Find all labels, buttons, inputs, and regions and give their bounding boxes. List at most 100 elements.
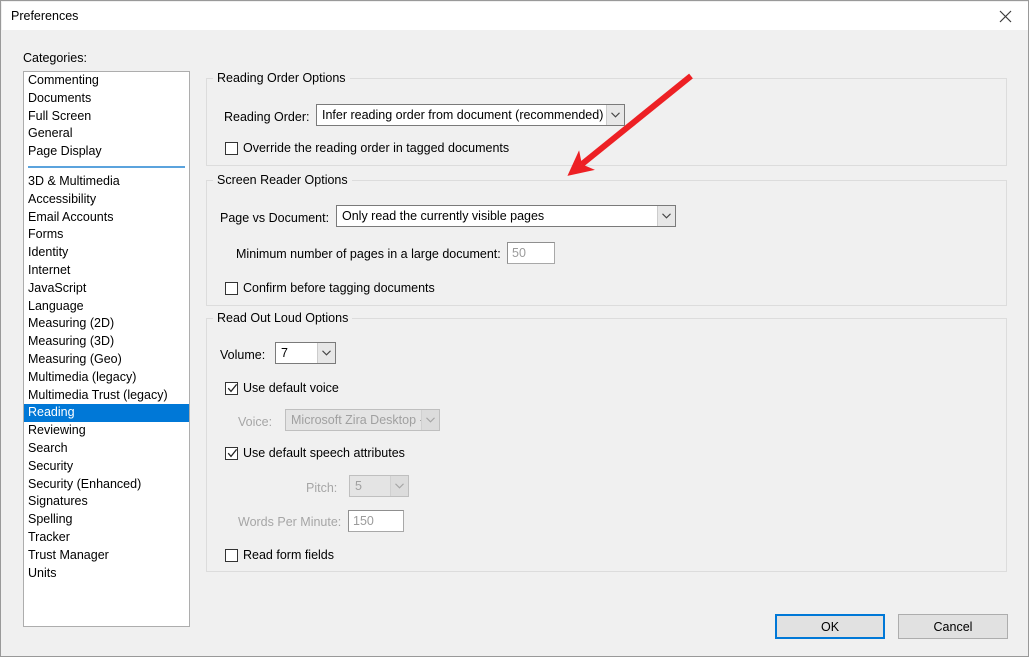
sidebar-item-page-display[interactable]: Page Display [24, 143, 189, 161]
sidebar-item-documents[interactable]: Documents [24, 90, 189, 108]
sidebar-item-commenting[interactable]: Commenting [24, 72, 189, 90]
read-out-loud-options-title: Read Out Loud Options [213, 311, 353, 325]
screen-reader-options-group: Screen Reader Options Page vs Document: … [206, 173, 1007, 306]
use-default-speech-attributes-label: Use default speech attributes [243, 446, 405, 460]
categories-listbox[interactable]: Commenting Documents Full Screen General Pag… [23, 71, 190, 627]
window-title: Preferences [11, 9, 79, 23]
voice-label: Voice: [238, 415, 273, 429]
volume-combobox[interactable]: 7 [275, 342, 336, 364]
sidebar-item-general[interactable]: General [24, 125, 189, 143]
sidebar-item-language[interactable]: Language [24, 298, 189, 316]
sidebar-item-label: Spelling [28, 512, 73, 527]
pitch-combobox[interactable]: 5 [349, 475, 409, 497]
chevron-down-icon [657, 206, 675, 226]
sidebar-item-search[interactable]: Search [24, 440, 189, 458]
sidebar-item-label: Identity [28, 245, 69, 260]
sidebar-item-measuring-geo[interactable]: Measuring (Geo) [24, 351, 189, 369]
close-button[interactable] [982, 2, 1028, 30]
sidebar-item-label: Security (Enhanced) [28, 476, 142, 491]
chevron-down-icon [317, 343, 335, 363]
override-reading-order-checkbox[interactable]: Override the reading order in tagged doc… [225, 141, 509, 155]
read-form-fields-label: Read form fields [243, 548, 335, 562]
sidebar-item-label: Measuring (3D) [28, 334, 115, 349]
checkbox-box [225, 381, 238, 395]
read-form-fields-checkbox[interactable]: Read form fields [225, 548, 334, 562]
volume-value: 7 [281, 346, 288, 360]
words-per-minute-input[interactable]: 150 [348, 510, 404, 532]
sidebar-item-label: Full Screen [28, 108, 92, 123]
voice-value: Microsoft Zira Desktop - [291, 413, 421, 427]
sidebar-item-3d-multimedia[interactable]: 3D & Multimedia [24, 173, 189, 191]
sidebar-item-measuring-2d[interactable]: Measuring (2D) [24, 315, 189, 333]
sidebar-item-label: Security [28, 458, 74, 473]
sidebar-item-label: Tracker [28, 529, 70, 544]
confirm-before-tagging-checkbox[interactable]: Confirm before tagging documents [225, 281, 435, 295]
chevron-down-icon [421, 410, 439, 430]
pitch-value: 5 [355, 479, 362, 493]
sidebar-item-full-screen[interactable]: Full Screen [24, 108, 189, 126]
use-default-voice-label: Use default voice [243, 381, 339, 395]
sidebar-item-security[interactable]: Security [24, 458, 189, 476]
screen-reader-options-title: Screen Reader Options [213, 173, 352, 187]
reading-order-combobox[interactable]: Infer reading order from document (recom… [316, 104, 625, 126]
categories-label: Categories: [23, 51, 87, 65]
sidebar-item-label: Signatures [28, 494, 88, 509]
reading-order-value: Infer reading order from document (recom… [322, 108, 604, 122]
ok-button[interactable]: OK [775, 614, 885, 639]
preferences-dialog: Preferences Categories: Commenting Docume… [0, 0, 1029, 657]
sidebar-item-reviewing[interactable]: Reviewing [24, 422, 189, 440]
page-vs-document-combobox[interactable]: Only read the currently visible pages [336, 205, 676, 227]
use-default-speech-attributes-checkbox[interactable]: Use default speech attributes [225, 446, 405, 460]
sidebar-item-label: Trust Manager [28, 547, 109, 562]
sidebar-item-multimedia-trust-legacy[interactable]: Multimedia Trust (legacy) [24, 387, 189, 405]
chevron-down-icon [606, 105, 624, 125]
close-icon [999, 10, 1012, 23]
volume-label: Volume: [220, 348, 266, 362]
sidebar-item-email-accounts[interactable]: Email Accounts [24, 209, 189, 227]
sidebar-item-tracker[interactable]: Tracker [24, 529, 189, 547]
sidebar-item-forms[interactable]: Forms [24, 226, 189, 244]
sidebar-item-label: Reviewing [28, 423, 86, 438]
use-default-voice-checkbox[interactable]: Use default voice [225, 381, 339, 395]
sidebar-item-accessibility[interactable]: Accessibility [24, 191, 189, 209]
title-bar: Preferences [2, 2, 1028, 31]
dialog-content: Categories: Commenting Documents Full Scre… [2, 30, 1028, 656]
sidebar-item-reading[interactable]: Reading [24, 404, 189, 423]
sidebar-item-security-enhanced[interactable]: Security (Enhanced) [24, 476, 189, 494]
sidebar-item-label: Commenting [28, 73, 99, 87]
sidebar-item-label: Documents [28, 90, 92, 105]
words-per-minute-label: Words Per Minute: [238, 515, 342, 529]
min-pages-input[interactable]: 50 [507, 242, 555, 264]
sidebar-item-internet[interactable]: Internet [24, 262, 189, 280]
reading-order-options-group: Reading Order Options Reading Order: Inf… [206, 71, 1007, 166]
ok-button-label: OK [820, 619, 840, 634]
sidebar-item-spelling[interactable]: Spelling [24, 511, 189, 529]
sidebar-item-identity[interactable]: Identity [24, 244, 189, 262]
sidebar-item-label: Forms [28, 227, 64, 242]
sidebar-item-label: Page Display [28, 144, 102, 159]
sidebar-item-label: JavaScript [28, 280, 87, 295]
sidebar-item-label: Accessibility [28, 191, 97, 206]
sidebar-item-label: Search [28, 440, 68, 455]
categories-separator [24, 161, 189, 173]
checkbox-box [225, 141, 238, 155]
check-icon [227, 448, 238, 462]
sidebar-item-label: Internet [28, 262, 71, 277]
voice-combobox[interactable]: Microsoft Zira Desktop - [285, 409, 440, 431]
sidebar-item-multimedia-legacy[interactable]: Multimedia (legacy) [24, 369, 189, 387]
sidebar-item-trust-manager[interactable]: Trust Manager [24, 547, 189, 565]
cancel-button[interactable]: Cancel [898, 614, 1008, 639]
sidebar-item-label: Email Accounts [28, 209, 114, 224]
sidebar-item-measuring-3d[interactable]: Measuring (3D) [24, 333, 189, 351]
override-reading-order-label: Override the reading order in tagged doc… [243, 141, 510, 155]
checkbox-box [225, 548, 238, 562]
sidebar-item-label: Multimedia (legacy) [28, 369, 137, 384]
sidebar-item-label: 3D & Multimedia [28, 173, 120, 188]
words-per-minute-value: 150 [353, 514, 374, 528]
sidebar-item-units[interactable]: Units [24, 565, 189, 583]
sidebar-item-signatures[interactable]: Signatures [24, 493, 189, 511]
read-out-loud-options-group: Read Out Loud Options Volume: 7 Use defa… [206, 311, 1007, 572]
min-pages-label: Minimum number of pages in a large docum… [236, 247, 501, 261]
sidebar-item-javascript[interactable]: JavaScript [24, 280, 189, 298]
sidebar-item-label: Units [28, 565, 57, 580]
